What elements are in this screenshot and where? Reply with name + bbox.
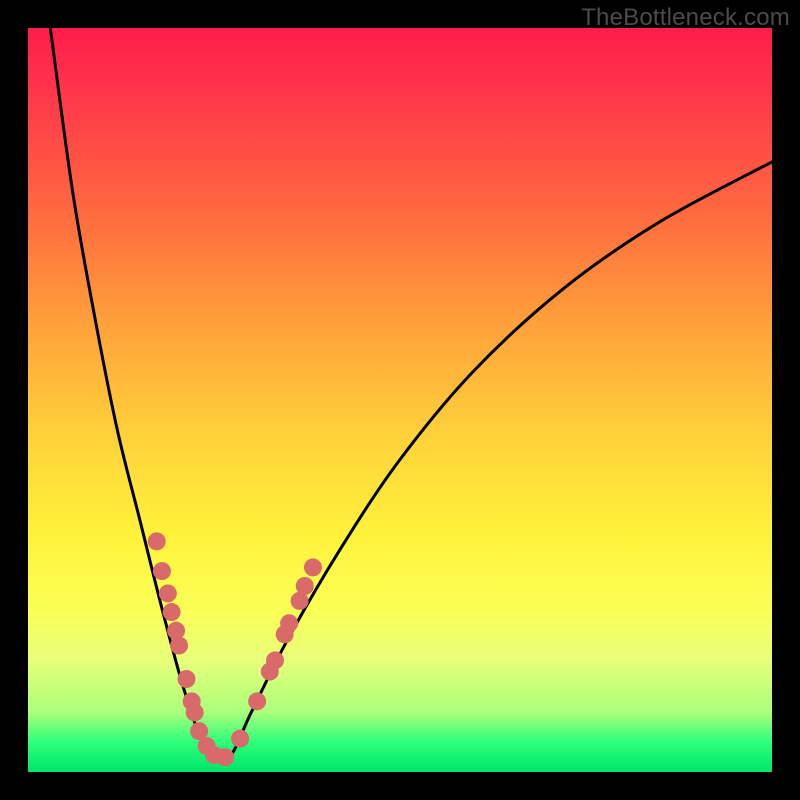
chart-frame: TheBottleneck.com (0, 0, 800, 800)
curve-marker (159, 584, 177, 602)
curve-marker (248, 692, 266, 710)
curve-marker (296, 577, 314, 595)
curve-markers (148, 532, 322, 766)
curve-marker (304, 558, 322, 576)
curve-marker (163, 603, 181, 621)
curve-marker (170, 637, 188, 655)
curve-marker (167, 622, 185, 640)
curve-marker (266, 651, 284, 669)
curve-marker (231, 730, 249, 748)
curve-marker (153, 562, 171, 580)
bottleneck-curve-path (50, 28, 772, 760)
curve-marker (280, 614, 298, 632)
curve-marker (177, 670, 195, 688)
curve-marker (186, 703, 204, 721)
curve-marker (216, 748, 234, 766)
watermark-text: TheBottleneck.com (581, 4, 790, 32)
bottleneck-curve (50, 28, 772, 760)
curve-layer (28, 28, 772, 772)
curve-marker (148, 532, 166, 550)
plot-area (28, 28, 772, 772)
